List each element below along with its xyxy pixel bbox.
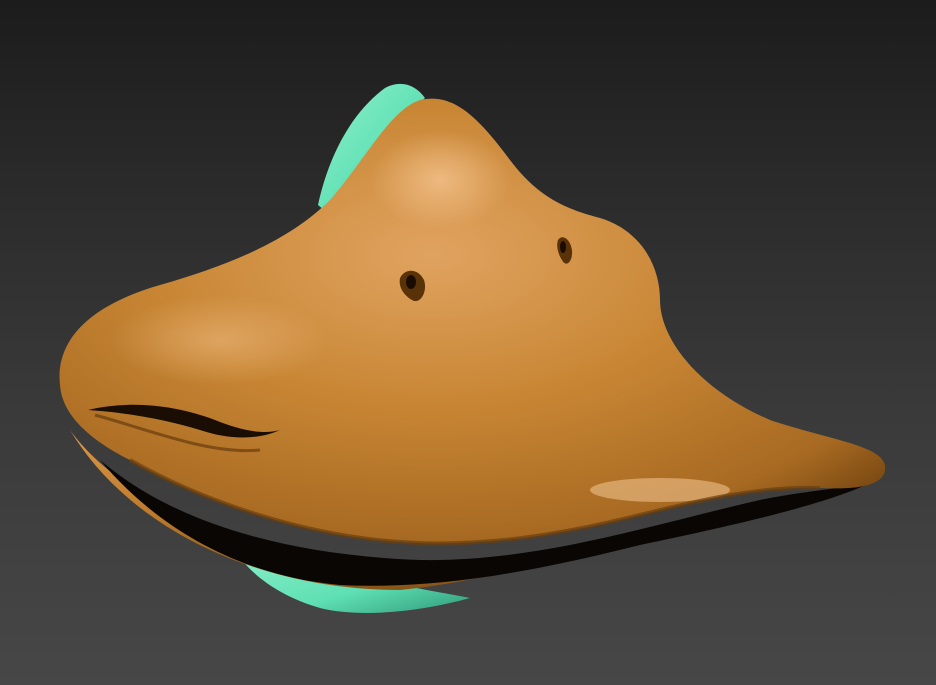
duck-beak-render	[59, 83, 886, 613]
nostril-left-hole	[406, 275, 416, 289]
beak-highlight-top	[370, 130, 510, 230]
3d-viewport[interactable]	[0, 0, 936, 685]
beak-highlight-side	[110, 295, 330, 385]
nostril-right-hole	[560, 241, 566, 253]
